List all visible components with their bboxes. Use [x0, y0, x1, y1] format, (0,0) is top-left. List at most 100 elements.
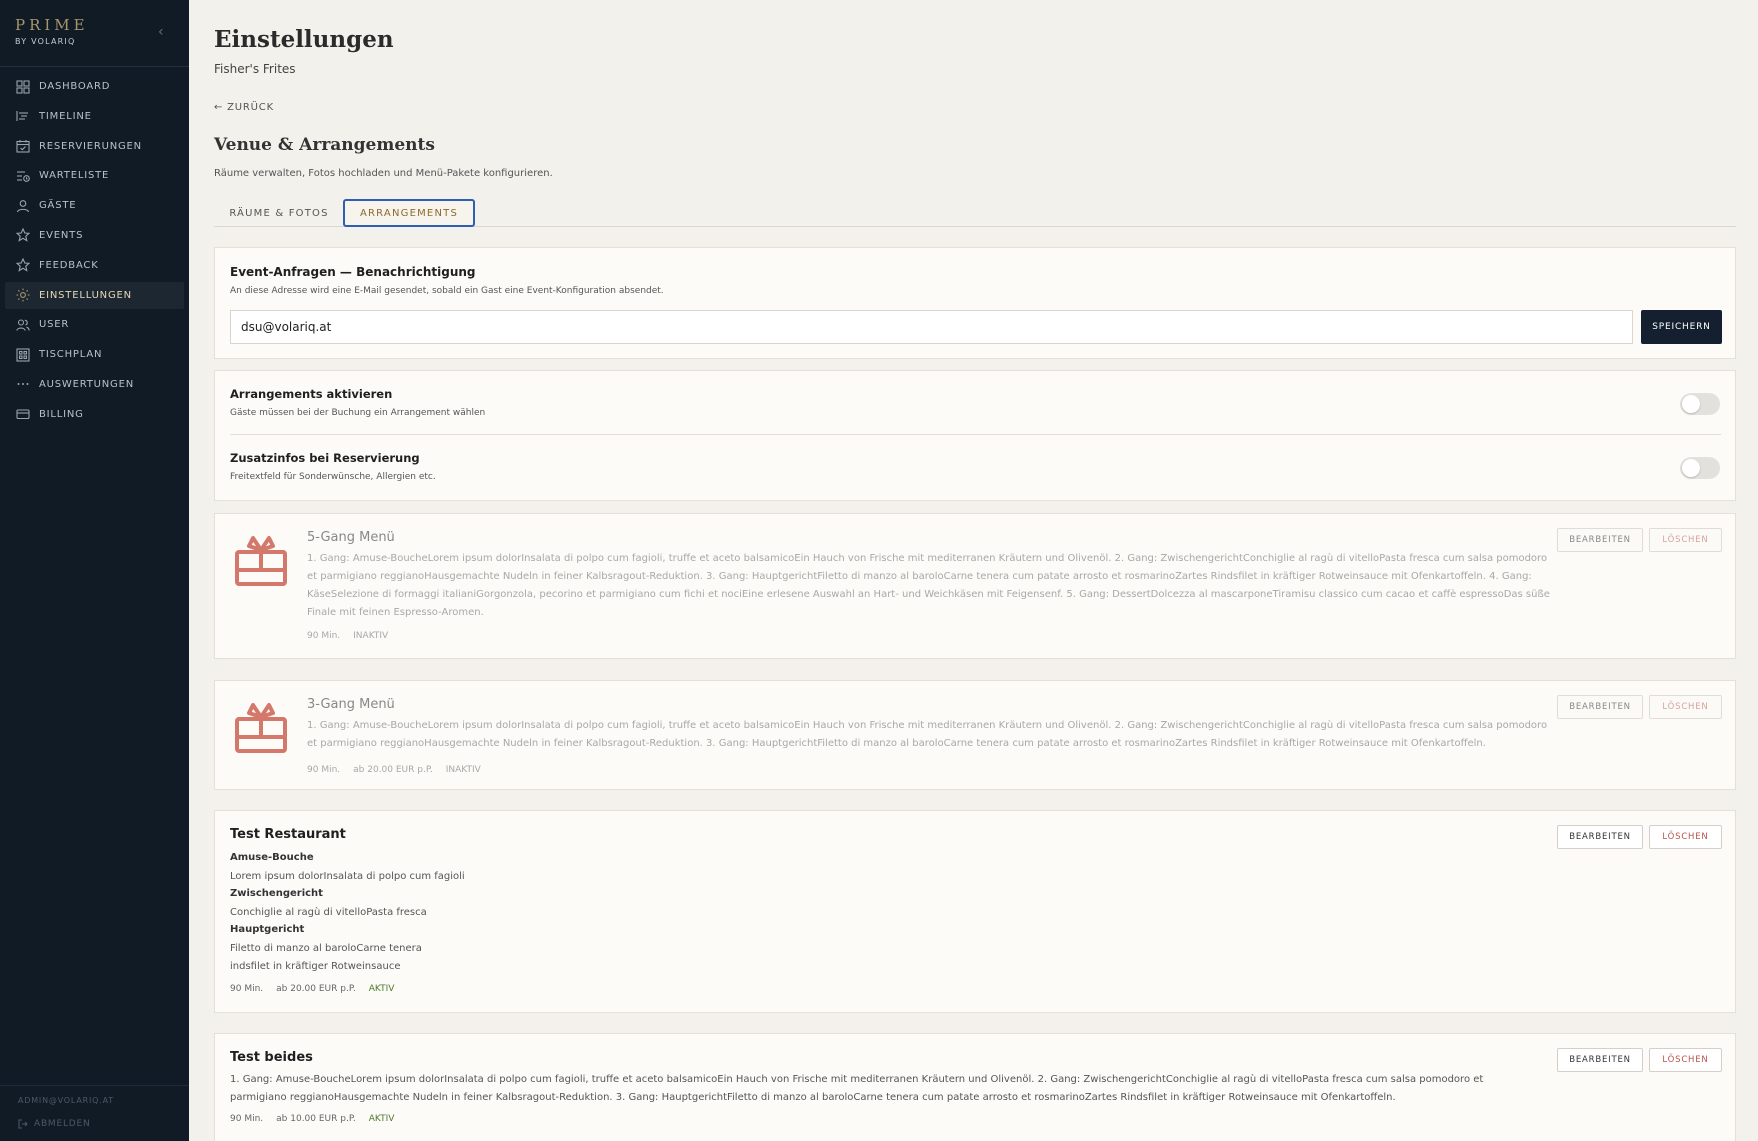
logout-label: ABMELDEN [34, 1119, 91, 1129]
sidebar-item-auswertungen[interactable]: AUSWERTUNGEN [0, 371, 189, 398]
dots-icon [17, 383, 29, 386]
status-badge: AKTIV [368, 984, 395, 994]
arrangement-duration: 90 Min. [230, 984, 264, 994]
logout-icon [18, 1119, 28, 1129]
gift-icon [235, 536, 287, 586]
sidebar-item-user[interactable]: USER [0, 311, 189, 338]
save-button[interactable]: SPEICHERN [1641, 310, 1722, 344]
person-icon [16, 199, 30, 212]
arrangement-price: ab 10.00 EUR p.P. [276, 1114, 356, 1124]
edit-button[interactable]: BEARBEITEN [1557, 825, 1643, 849]
sidebar-divider [0, 1085, 189, 1086]
course-title: Zwischengericht [230, 888, 323, 899]
sidebar-item-label: GÄSTE [39, 200, 77, 212]
arrangement-name: 3-Gang Menü [307, 697, 395, 712]
arrangement-duration: 90 Min. [307, 765, 341, 775]
venue-name: Fisher's Frites [214, 62, 296, 76]
back-link[interactable]: ← ZURÜCK [214, 102, 274, 113]
arrangement-card: 5-Gang Menü 1. Gang: Amuse-BoucheLorem i… [214, 513, 1736, 659]
sidebar-item-events[interactable]: EVENTS [0, 222, 189, 249]
user-email: ADMIN@VOLARIQ.AT [18, 1096, 114, 1105]
arrangement-name: Test beides [230, 1050, 313, 1065]
course-line: Lorem ipsum dolorInsalata di polpo cum f… [230, 871, 465, 882]
calendar-icon [16, 140, 30, 153]
star-icon [16, 228, 30, 243]
timeline-icon [16, 111, 28, 122]
toggle-title: Zusatzinfos bei Reservierung [230, 451, 420, 465]
arrangement-meta: 90 Min. INAKTIV [307, 631, 388, 641]
delete-button[interactable]: LÖSCHEN [1649, 528, 1722, 552]
arrangement-meta: 90 Min. ab 10.00 EUR p.P. AKTIV [230, 1114, 394, 1124]
arrangement-price: ab 20.00 EUR p.P. [353, 765, 433, 775]
tab-raeume-fotos[interactable]: RÄUME & FOTOS [214, 199, 344, 227]
sidebar-item-label: AUSWERTUNGEN [39, 378, 134, 390]
tab-arrangements[interactable]: ARRANGEMENTS [343, 199, 475, 227]
edit-button[interactable]: BEARBEITEN [1557, 1048, 1643, 1072]
edit-button[interactable]: BEARBEITEN [1557, 528, 1643, 552]
sidebar-item-warteliste[interactable]: WARTELISTE [0, 162, 189, 189]
arrangement-card: 3-Gang Menü 1. Gang: Amuse-BoucheLorem i… [214, 680, 1736, 790]
sidebar-item-tischplan[interactable]: TISCHPLAN [0, 341, 189, 368]
notification-description: An diese Adresse wird eine E-Mail gesend… [230, 286, 664, 296]
sidebar-item-label: USER [39, 319, 70, 331]
logout-button[interactable]: ABMELDEN [18, 1119, 91, 1129]
sidebar-item-feedback[interactable]: FEEDBACK [0, 252, 189, 279]
sidebar-item-label: TISCHPLAN [39, 349, 103, 361]
section-subtitle: Räume verwalten, Fotos hochladen und Men… [214, 168, 553, 179]
toggle-row-arrangements: Arrangements aktivieren Gäste müssen bei… [230, 387, 1721, 418]
page-title: Einstellungen [214, 26, 394, 53]
toggle-title: Arrangements aktivieren [230, 387, 393, 401]
status-badge: INAKTIV [353, 631, 389, 641]
toggle-description: Gäste müssen bei der Buchung ein Arrange… [230, 408, 486, 418]
sidebar-item-label: RESERVIERUNGEN [39, 140, 142, 152]
sidebar-item-einstellungen[interactable]: EINSTELLUNGEN [5, 281, 184, 309]
arrangement-name: 5-Gang Menü [307, 530, 395, 545]
delete-button[interactable]: LÖSCHEN [1649, 825, 1722, 849]
sidebar-item-dashboard[interactable]: DASHBOARD [0, 73, 189, 100]
list-clock-icon [17, 171, 30, 182]
sidebar-item-timeline[interactable]: TIMELINE [0, 103, 189, 130]
sidebar-item-gaeste[interactable]: GÄSTE [0, 192, 189, 219]
brand-subtitle: BY VOLARIQ [15, 37, 76, 46]
floorplan-icon [16, 348, 30, 362]
arrangement-card: Test beides 1. Gang: Amuse-BoucheLorem i… [214, 1033, 1736, 1141]
sidebar-item-reservierungen[interactable]: RESERVIERUNGEN [0, 133, 189, 160]
sun-gear-icon [16, 288, 30, 302]
course-line: Filetto di manzo al baroloCarne tenera [230, 943, 422, 954]
star-outline-icon [16, 258, 30, 273]
gift-icon [235, 703, 287, 753]
tab-bar: RÄUME & FOTOS ARRANGEMENTS [214, 199, 1736, 227]
zusatzinfos-toggle[interactable] [1680, 457, 1720, 479]
sidebar-item-label: EVENTS [39, 229, 84, 241]
arrangements-toggle[interactable] [1680, 393, 1720, 415]
arrangement-duration: 90 Min. [307, 631, 341, 641]
course-title: Hauptgericht [230, 924, 305, 935]
sidebar-item-label: TIMELINE [39, 110, 92, 122]
sidebar-divider [0, 66, 189, 67]
arrangement-meta: 90 Min. ab 20.00 EUR p.P. AKTIV [230, 984, 394, 994]
notification-title: Event-Anfragen — Benachrichtigung [230, 265, 476, 279]
sidebar: PRIME BY VOLARIQ ‹ DASHBOARD TIMELINE RE… [0, 0, 189, 1141]
sidebar-nav: DASHBOARD TIMELINE RESERVIERUNGEN WARTEL… [0, 73, 189, 431]
edit-button[interactable]: BEARBEITEN [1557, 695, 1643, 719]
arrangement-description: 1. Gang: Amuse-BoucheLorem ipsum dolorIn… [230, 1074, 1484, 1103]
course-line: Conchiglie al ragù di vitelloPasta fresc… [230, 907, 427, 918]
notification-email-input[interactable] [230, 310, 1633, 344]
course-title: Amuse-Bouche [230, 852, 314, 863]
sidebar-item-label: WARTELISTE [39, 170, 110, 182]
delete-button[interactable]: LÖSCHEN [1649, 1048, 1722, 1072]
chevron-left-icon[interactable]: ‹ [158, 24, 164, 40]
divider [230, 434, 1721, 435]
arrangement-description: 1. Gang: Amuse-BoucheLorem ipsum dolorIn… [307, 553, 1550, 618]
course-line: indsfilet in kräftiger Rotweinsauce [230, 961, 401, 972]
arrangement-meta: 90 Min. ab 20.00 EUR p.P. INAKTIV [307, 765, 481, 775]
arrangement-name: Test Restaurant [230, 827, 346, 842]
brand-logo[interactable]: PRIME BY VOLARIQ [15, 16, 89, 46]
arrangement-duration: 90 Min. [230, 1114, 264, 1124]
card-icon [16, 409, 30, 420]
delete-button[interactable]: LÖSCHEN [1649, 695, 1722, 719]
sidebar-item-billing[interactable]: BILLING [0, 401, 189, 428]
arrangement-card: Test Restaurant Amuse-Bouche Lorem ipsum… [214, 810, 1736, 1013]
arrangement-description: 1. Gang: Amuse-BoucheLorem ipsum dolorIn… [307, 720, 1548, 749]
sidebar-item-label: FEEDBACK [39, 259, 99, 271]
